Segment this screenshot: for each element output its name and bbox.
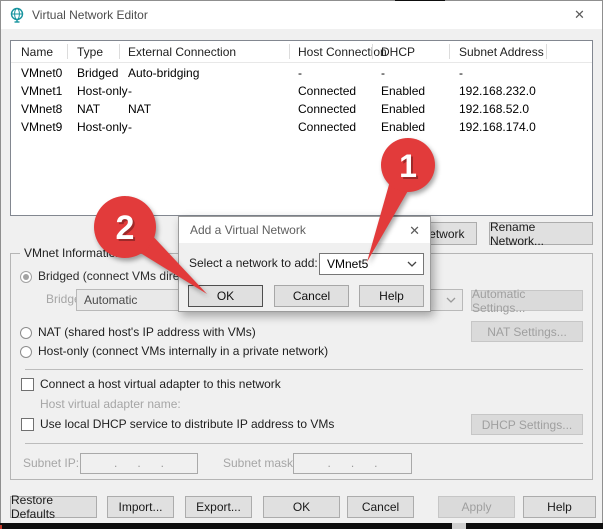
column-header-host[interactable]: Host Connection bbox=[298, 44, 387, 60]
connect-adapter-checkbox[interactable] bbox=[21, 378, 34, 391]
import-button[interactable]: Import... bbox=[107, 496, 174, 518]
table-cell: Host-only bbox=[77, 84, 128, 98]
dialog-title: Add a Virtual Network bbox=[190, 223, 306, 237]
table-cell: VMnet1 bbox=[21, 84, 63, 98]
table-cell: VMnet0 bbox=[21, 66, 63, 80]
restore-defaults-button[interactable]: Restore Defaults bbox=[10, 493, 97, 521]
table-row[interactable]: VMnet9 Host-only - Connected Enabled 192… bbox=[11, 118, 592, 136]
column-header-dhcp[interactable]: DHCP bbox=[381, 44, 415, 60]
table-cell: - bbox=[381, 66, 385, 80]
cancel-button[interactable]: Cancel bbox=[347, 496, 414, 518]
table-cell: Connected bbox=[298, 84, 357, 98]
network-list: Name Type External Connection Host Conne… bbox=[10, 40, 593, 216]
table-cell: 192.168.174.0 bbox=[459, 120, 536, 134]
add-virtual-network-dialog: Add a Virtual Network ✕ Select a network… bbox=[178, 216, 431, 312]
table-cell: - bbox=[459, 66, 463, 80]
table-cell: Connected bbox=[298, 102, 357, 116]
rename-network-button[interactable]: Rename Network... bbox=[489, 220, 593, 248]
use-dhcp-label: Use local DHCP service to distribute IP … bbox=[40, 417, 335, 431]
select-network-label: Select a network to add: bbox=[189, 256, 318, 270]
network-select-value: VMnet5 bbox=[327, 257, 369, 271]
window-close-icon[interactable]: ✕ bbox=[574, 8, 585, 21]
subnet-mask-label: Subnet mask: bbox=[223, 456, 297, 470]
table-cell: Bridged bbox=[77, 66, 119, 80]
divider bbox=[25, 369, 583, 370]
dialog-titlebar: Add a Virtual Network ✕ bbox=[179, 217, 430, 243]
divider bbox=[25, 443, 583, 444]
table-cell: NAT bbox=[77, 102, 101, 116]
use-dhcp-checkbox[interactable] bbox=[21, 418, 34, 431]
table-cell: 192.168.52.0 bbox=[459, 102, 530, 116]
table-cell: Auto-bridging bbox=[128, 66, 200, 80]
table-row[interactable]: VMnet0 Bridged Auto-bridging - - - bbox=[11, 64, 592, 82]
dialog-help-button[interactable]: Help bbox=[359, 285, 424, 307]
table-cell: - bbox=[128, 120, 132, 134]
network-select-combobox[interactable]: VMnet5 bbox=[319, 253, 424, 275]
window-title: Virtual Network Editor bbox=[32, 8, 148, 22]
subnet-ip-field: . . . bbox=[80, 453, 198, 474]
bridged-radio[interactable] bbox=[20, 271, 32, 283]
table-row[interactable]: VMnet8 NAT NAT Connected Enabled 192.168… bbox=[11, 100, 592, 118]
table-cell: NAT bbox=[128, 102, 152, 116]
subnet-ip-label: Subnet IP: bbox=[23, 456, 80, 470]
table-cell: Enabled bbox=[381, 102, 426, 116]
automatic-settings-button: Automatic Settings... bbox=[471, 287, 583, 315]
table-cell: - bbox=[298, 66, 302, 80]
taskbar-sliver-notch bbox=[452, 523, 466, 529]
virtual-network-editor-window: Virtual Network Editor ✕ Name Type Exter… bbox=[0, 0, 603, 529]
table-cell: Enabled bbox=[381, 120, 426, 134]
taskbar-sliver-bottom bbox=[0, 523, 603, 529]
dialog-ok-button[interactable]: OK bbox=[188, 285, 263, 307]
nat-radio[interactable] bbox=[20, 327, 32, 339]
table-cell: - bbox=[128, 84, 132, 98]
app-globe-icon bbox=[10, 7, 24, 23]
nat-radio-label: NAT (shared host's IP address with VMs) bbox=[38, 325, 256, 339]
host-only-radio-label: Host-only (connect VMs internally in a p… bbox=[38, 344, 329, 358]
taskbar-sliver-dot bbox=[0, 525, 2, 529]
column-header-external[interactable]: External Connection bbox=[128, 44, 236, 60]
column-header-subnet[interactable]: Subnet Address bbox=[459, 44, 544, 60]
table-cell: Connected bbox=[298, 120, 357, 134]
table-cell: VMnet9 bbox=[21, 120, 63, 134]
adapter-name-label: Host virtual adapter name: bbox=[40, 397, 181, 411]
network-list-header: Name Type External Connection Host Conne… bbox=[11, 41, 592, 63]
table-cell: Enabled bbox=[381, 84, 426, 98]
svg-text:2: 2 bbox=[118, 211, 137, 249]
nat-settings-button: NAT Settings... bbox=[471, 321, 583, 342]
dialog-close-icon[interactable]: ✕ bbox=[409, 224, 420, 237]
table-cell: VMnet8 bbox=[21, 102, 63, 116]
host-only-radio[interactable] bbox=[20, 346, 32, 358]
export-button[interactable]: Export... bbox=[185, 496, 252, 518]
table-row[interactable]: VMnet1 Host-only - Connected Enabled 192… bbox=[11, 82, 592, 100]
titlebar: Virtual Network Editor bbox=[1, 1, 602, 29]
chevron-down-icon bbox=[446, 297, 456, 303]
table-cell: 192.168.232.0 bbox=[459, 84, 536, 98]
apply-button: Apply bbox=[438, 496, 515, 518]
dialog-cancel-button[interactable]: Cancel bbox=[274, 285, 349, 307]
dhcp-settings-button: DHCP Settings... bbox=[471, 414, 583, 435]
help-button[interactable]: Help bbox=[523, 496, 596, 518]
column-header-type[interactable]: Type bbox=[77, 44, 103, 60]
vmnet-information-label: VMnet Information bbox=[20, 246, 127, 260]
chevron-down-icon bbox=[407, 261, 417, 267]
table-cell: Host-only bbox=[77, 120, 128, 134]
connect-adapter-label: Connect a host virtual adapter to this n… bbox=[40, 377, 281, 391]
column-header-name[interactable]: Name bbox=[21, 44, 53, 60]
ok-button[interactable]: OK bbox=[263, 496, 340, 518]
subnet-mask-field: . . . bbox=[293, 453, 412, 474]
